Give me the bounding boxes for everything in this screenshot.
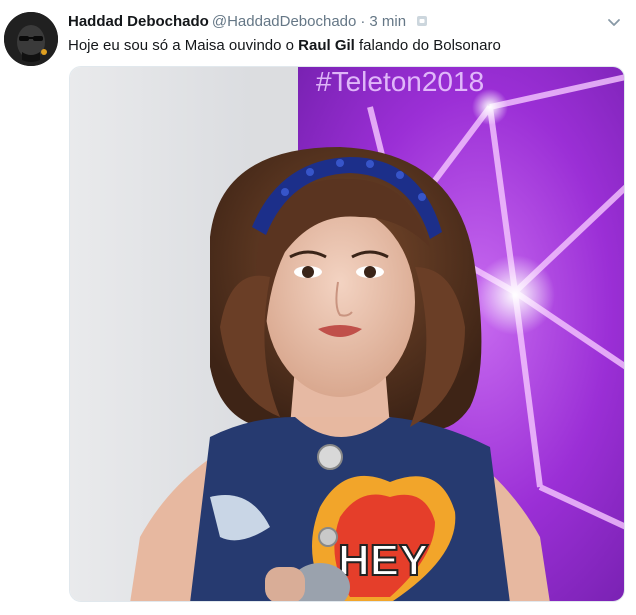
avatar[interactable]	[4, 12, 58, 66]
media-overlay-text: #Teleton2018	[316, 67, 484, 97]
avatar-image	[4, 12, 58, 66]
user-handle[interactable]: @HaddadDebochado	[212, 13, 357, 30]
tweet-text-bold: Raul Gil	[298, 37, 355, 54]
chevron-down-icon[interactable]	[606, 14, 622, 30]
tweet-timestamp[interactable]: 3 min	[369, 13, 406, 30]
tweet-media-image[interactable]: #Teleton2018 HEY	[69, 66, 625, 602]
media-shirt-text: HEY	[338, 536, 428, 585]
separator: ·	[360, 13, 366, 30]
protected-badge-icon	[416, 14, 428, 26]
tweet-text: Hoje eu sou só a Maisa ouvindo o Raul Gi…	[68, 36, 616, 56]
media-photo: #Teleton2018 HEY	[70, 67, 624, 601]
tweet-text-start: Hoje eu sou só a Maisa ouvindo o	[68, 37, 299, 54]
display-name[interactable]: Haddad Debochado	[68, 13, 209, 30]
tweet-header: Haddad Debochado @HaddadDebochado · 3 min	[68, 13, 596, 31]
tweet-card: Haddad Debochado @HaddadDebochado · 3 min H…	[0, 0, 636, 615]
tweet-text-end: falando do Bolsonaro	[354, 37, 501, 54]
